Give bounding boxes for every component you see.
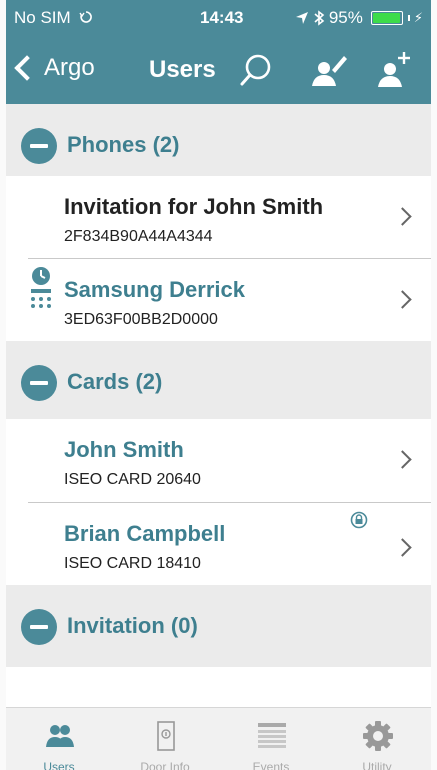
- gear-icon: [363, 721, 393, 751]
- collapse-icon[interactable]: [21, 128, 57, 164]
- battery-tip: [407, 15, 410, 21]
- row-title: John Smith: [64, 437, 184, 462]
- section-header-cards[interactable]: Cards (2): [6, 341, 431, 423]
- tab-label: Utility: [362, 760, 392, 770]
- bluetooth-icon: [314, 10, 325, 26]
- chevron-right-icon: [393, 538, 412, 557]
- lock-icon: [350, 511, 368, 529]
- empty-area: [6, 667, 431, 707]
- tab-utility[interactable]: Utility: [324, 708, 430, 770]
- tab-label: Door Info: [140, 760, 190, 770]
- back-label: Argo: [44, 54, 95, 81]
- list-item[interactable]: Invitation for John Smith 2F834B90A44A43…: [6, 176, 431, 258]
- list-item[interactable]: John Smith ISEO CARD 20640: [6, 419, 431, 501]
- row-title: Samsung Derrick: [64, 277, 245, 302]
- add-user-icon[interactable]: [372, 48, 416, 92]
- app-header: No SIM 14:43 95% ⚡ Argo Users: [6, 0, 431, 116]
- battery-icon: [370, 11, 403, 25]
- section-title: Cards (2): [67, 369, 163, 394]
- location-icon: [295, 12, 308, 24]
- status-right-group: 95% ⚡: [295, 8, 423, 28]
- events-list-icon: [258, 723, 286, 748]
- chevron-right-icon: [393, 290, 412, 309]
- section-title: Invitation (0): [67, 613, 198, 638]
- row-title: Invitation for John Smith: [64, 194, 324, 219]
- status-bar: No SIM 14:43 95% ⚡: [6, 0, 431, 36]
- search-icon[interactable]: [234, 48, 278, 92]
- tab-bar: Users Door Info Events Utility: [6, 707, 431, 770]
- tab-users[interactable]: Users: [6, 708, 112, 770]
- list-item[interactable]: Brian Campbell ISEO CARD 18410: [6, 503, 431, 585]
- battery-fill: [372, 13, 400, 23]
- back-button[interactable]: Argo: [14, 54, 95, 82]
- tab-label: Users: [43, 760, 75, 770]
- status-time: 14:43: [200, 8, 244, 27]
- row-subtitle: ISEO CARD 20640: [64, 471, 201, 488]
- row-title: Brian Campbell: [64, 521, 226, 546]
- chevron-right-icon: [393, 450, 412, 469]
- tab-label: Events: [252, 760, 290, 770]
- carrier-label: No SIM: [14, 8, 93, 28]
- chevron-left-icon: [14, 55, 40, 81]
- nav-bar: Argo Users: [6, 44, 431, 100]
- tab-door-info[interactable]: Door Info: [112, 708, 218, 770]
- collapse-icon[interactable]: [21, 609, 57, 645]
- row-subtitle: 2F834B90A44A4344: [64, 228, 213, 245]
- clock-keypad-icon: [31, 267, 51, 308]
- users-icon: [46, 725, 74, 747]
- door-icon: [157, 721, 175, 751]
- tab-events[interactable]: Events: [218, 708, 324, 770]
- section-header-invitation[interactable]: Invitation (0): [6, 585, 431, 667]
- device-frame-right: [431, 0, 437, 770]
- chevron-right-icon: [393, 207, 412, 226]
- collapse-icon[interactable]: [21, 365, 57, 401]
- carrier-text: No SIM: [14, 8, 71, 27]
- page-title: Users: [149, 56, 216, 83]
- row-subtitle: 3ED63F00BB2D0000: [64, 311, 218, 328]
- activity-icon: [79, 11, 93, 23]
- charging-icon: ⚡: [413, 10, 423, 25]
- section-title: Phones (2): [67, 132, 180, 157]
- row-subtitle: ISEO CARD 18410: [64, 555, 201, 572]
- phone-screen: No SIM 14:43 95% ⚡ Argo Users Phones (2)…: [6, 0, 431, 770]
- battery-percent: 95%: [328, 8, 363, 27]
- section-header-phones[interactable]: Phones (2): [6, 104, 431, 186]
- list-item[interactable]: Samsung Derrick 3ED63F00BB2D0000: [6, 259, 431, 341]
- edit-user-icon[interactable]: [306, 48, 350, 92]
